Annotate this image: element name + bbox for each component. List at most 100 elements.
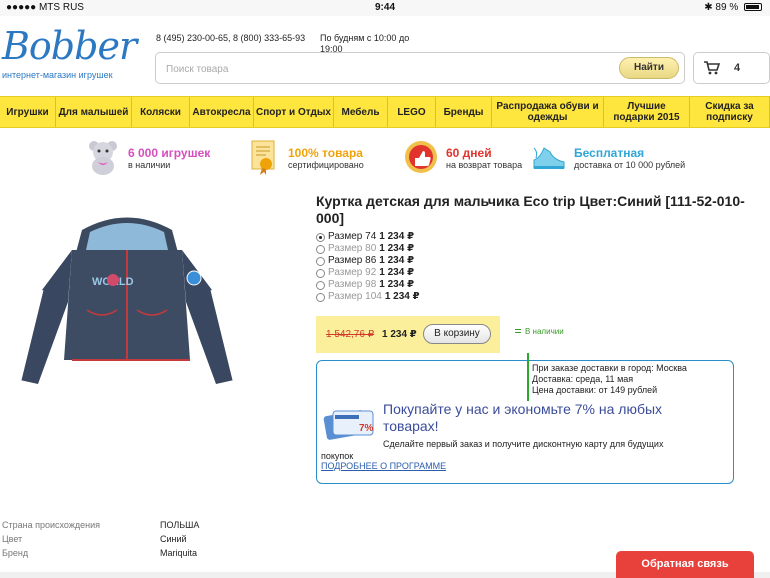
product-title: Куртка детская для мальчика Eco trip Цве… [316, 193, 745, 226]
size-price: 1 234 ₽ [379, 267, 415, 278]
logo-tagline: интернет-магазин игрушек [2, 70, 113, 80]
size-label: Размер 92 [328, 267, 377, 278]
advantage-subtitle: доставка от 10 000 рублей [574, 160, 686, 170]
nav-item[interactable]: Лучшие подарки 2015 [604, 97, 690, 127]
advantage-delivery: Бесплатная доставка от 10 000 рублей [530, 138, 730, 178]
spec-value: Mariquita [160, 548, 198, 558]
size-option[interactable]: Размер 74 1 234 ₽ [316, 231, 420, 243]
nav-item[interactable]: Мебель [334, 97, 388, 127]
size-radio[interactable] [316, 280, 325, 290]
size-label: Размер 98 [328, 279, 377, 290]
size-price: 1 234 ₽ [379, 231, 415, 242]
spec-key: Страна происхождения [2, 520, 100, 530]
advantage-return: 60 дней на возврат товара [402, 138, 532, 178]
spec-key: Бренд [2, 548, 29, 558]
size-label: Размер 74 [328, 231, 377, 242]
nav-item[interactable]: Спорт и Отдых [254, 97, 334, 127]
delivery-cost: Цена доставки: от 149 рублей [532, 385, 658, 395]
nav-item[interactable]: Скидка за подписку [690, 97, 770, 127]
contact-phones: 8 (495) 230-00-65, 8 (800) 333-65-93 [156, 33, 306, 43]
stock-label: В наличии [525, 327, 564, 336]
size-option[interactable]: Размер 86 1 234 ₽ [316, 255, 420, 267]
spec-value: ПОЛЬША [160, 520, 200, 530]
size-price: 1 234 ₽ [379, 279, 415, 290]
delivery-city: При заказе доставки в город: Москва [532, 363, 687, 373]
advantage-title: Бесплатная [574, 146, 645, 160]
size-price: 1 234 ₽ [379, 243, 415, 254]
cart-button[interactable]: 4 [693, 52, 770, 84]
size-option[interactable]: Размер 104 1 234 ₽ [316, 291, 420, 303]
advantage-subtitle: на возврат товара [446, 160, 523, 170]
nav-item[interactable]: Автокресла [190, 97, 254, 127]
in-stock-icon [515, 329, 521, 333]
product-specs: Страна происхождения ПОЛЬША Цвет Синий Бренд… [2, 518, 199, 560]
size-radio[interactable] [316, 244, 325, 254]
battery-label: 89 % [715, 2, 739, 13]
nav-item[interactable]: Бренды [436, 97, 492, 127]
spec-row: Цвет Синий [2, 532, 199, 546]
thumbs-up-icon [405, 141, 437, 173]
advantage-title: 60 дней [446, 146, 492, 160]
nav-item[interactable]: Коляски [132, 97, 190, 127]
card-discount-text: 7% [359, 423, 374, 434]
spec-row: Бренд Mariquita [2, 546, 199, 560]
teddy-bear-icon [89, 141, 117, 175]
size-option[interactable]: Размер 98 1 234 ₽ [316, 279, 420, 291]
clock-label: 9:44 [374, 2, 395, 13]
advantage-subtitle: сертифицировано [288, 160, 364, 170]
certificate-icon [251, 140, 275, 175]
size-option[interactable]: Размер 92 1 234 ₽ [316, 267, 420, 279]
logo-wordmark: Bobber [2, 24, 137, 68]
size-option[interactable]: Размер 80 1 234 ₽ [316, 243, 420, 255]
advantage-title: 100% товара [288, 146, 363, 160]
size-options: Размер 74 1 234 ₽ Размер 80 1 234 ₽ Размер 8… [316, 231, 420, 303]
size-label: Размер 86 [328, 255, 377, 266]
delivery-date: Доставка: среда, 11 мая [532, 374, 634, 384]
feedback-button[interactable]: Обратная связь [616, 551, 754, 578]
search-bar: Найти [155, 52, 685, 84]
nav-item[interactable]: Распродажа обуви и одежды [492, 97, 604, 127]
cart-icon [704, 61, 720, 75]
product-photo[interactable]: WORLD [12, 210, 242, 400]
nav-item[interactable]: Игрушки [0, 97, 56, 127]
battery-icon [744, 3, 762, 11]
size-radio[interactable] [316, 256, 325, 266]
status-bar: ●●●●● MTS RUS 9:44 ✱ 89 % [0, 0, 770, 16]
spec-value: Синий [160, 534, 187, 544]
size-radio[interactable] [316, 232, 325, 242]
advantage-title: 6 000 игрушек [128, 146, 211, 160]
cart-count: 4 [734, 62, 741, 74]
add-to-cart-button[interactable]: В корзину [423, 324, 491, 344]
battery-indicator: ✱ 89 % [704, 2, 762, 13]
search-button[interactable]: Найти [619, 57, 679, 79]
delivery-divider [527, 353, 529, 401]
promo-box: При заказе доставки в город: Москва Дост… [316, 353, 734, 484]
promo-title: Покупайте у нас и экономьте 7% на любых … [383, 401, 663, 434]
size-price: 1 234 ₽ [384, 291, 420, 302]
size-price: 1 234 ₽ [379, 255, 415, 266]
search-input[interactable] [166, 60, 606, 78]
delivery-info: При заказе доставки в город: Москва Дост… [532, 363, 687, 396]
size-label: Размер 104 [328, 291, 382, 302]
size-radio[interactable] [316, 292, 325, 302]
promo-text-continued: покупок [321, 451, 354, 461]
stock-status: В наличии [515, 327, 564, 336]
spec-row: Страна происхождения ПОЛЬША [2, 518, 199, 532]
program-details-link[interactable]: ПОДРОБНЕЕ О ПРОГРАММЕ [321, 461, 446, 471]
size-label: Размер 80 [328, 243, 377, 254]
discount-card-icon: 7% [323, 410, 374, 440]
old-price: 1 542,76 ₽ [326, 329, 375, 340]
current-price: 1 234 ₽ [382, 329, 417, 340]
site-logo[interactable]: Bobber интернет-магазин игрушек [2, 24, 142, 82]
category-nav: Игрушки Для малышей Коляски Автокресла Спорт… [0, 96, 770, 128]
advantage-subtitle: в наличии [128, 160, 171, 170]
size-radio[interactable] [316, 268, 325, 278]
shoe-icon [533, 147, 565, 169]
nav-item[interactable]: LEGO [388, 97, 436, 127]
promo-text: Сделайте первый заказ и получите дисконт… [383, 439, 664, 449]
nav-item[interactable]: Для малышей [56, 97, 132, 127]
price-box: 1 542,76 ₽ 1 234 ₽ В корзину [316, 316, 500, 353]
advantage-certified: 100% товара сертифицировано [244, 138, 394, 178]
bluetooth-icon: ✱ [704, 2, 713, 13]
spec-key: Цвет [2, 534, 23, 544]
